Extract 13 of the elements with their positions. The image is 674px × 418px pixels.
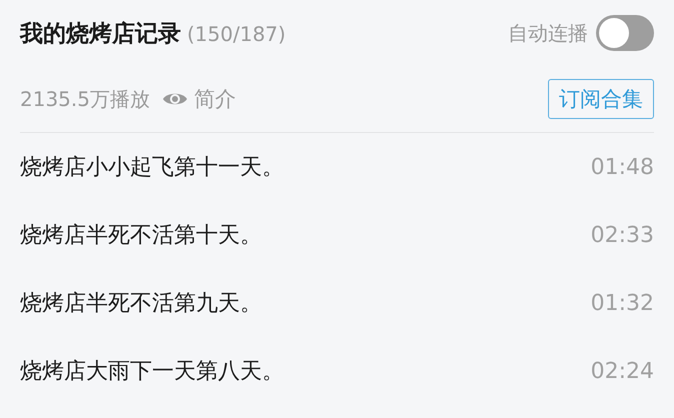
episode-title[interactable]: 烧烤店半死不活第九天。 [20, 288, 262, 318]
episode-title[interactable]: 烧烤店半死不活第十天。 [20, 220, 262, 250]
collection-title: 我的烧烤店记录 [20, 20, 181, 48]
episode-count: (150/187) [187, 22, 286, 46]
episode-duration: 01:48 [590, 154, 654, 180]
episode-title[interactable]: 烧烤店大雨下一天第八天。 [20, 356, 284, 386]
episode-title[interactable]: 烧烤店小小起飞第十一天。 [20, 152, 284, 182]
autoplay-label: 自动连播 [508, 20, 588, 46]
episode-duration: 01:32 [590, 290, 654, 316]
autoplay-toggle[interactable] [596, 15, 654, 51]
play-count: 2135.5万播放 [20, 86, 150, 112]
episode-duration: 02:24 [590, 358, 654, 384]
episode-duration: 02:33 [590, 222, 654, 248]
